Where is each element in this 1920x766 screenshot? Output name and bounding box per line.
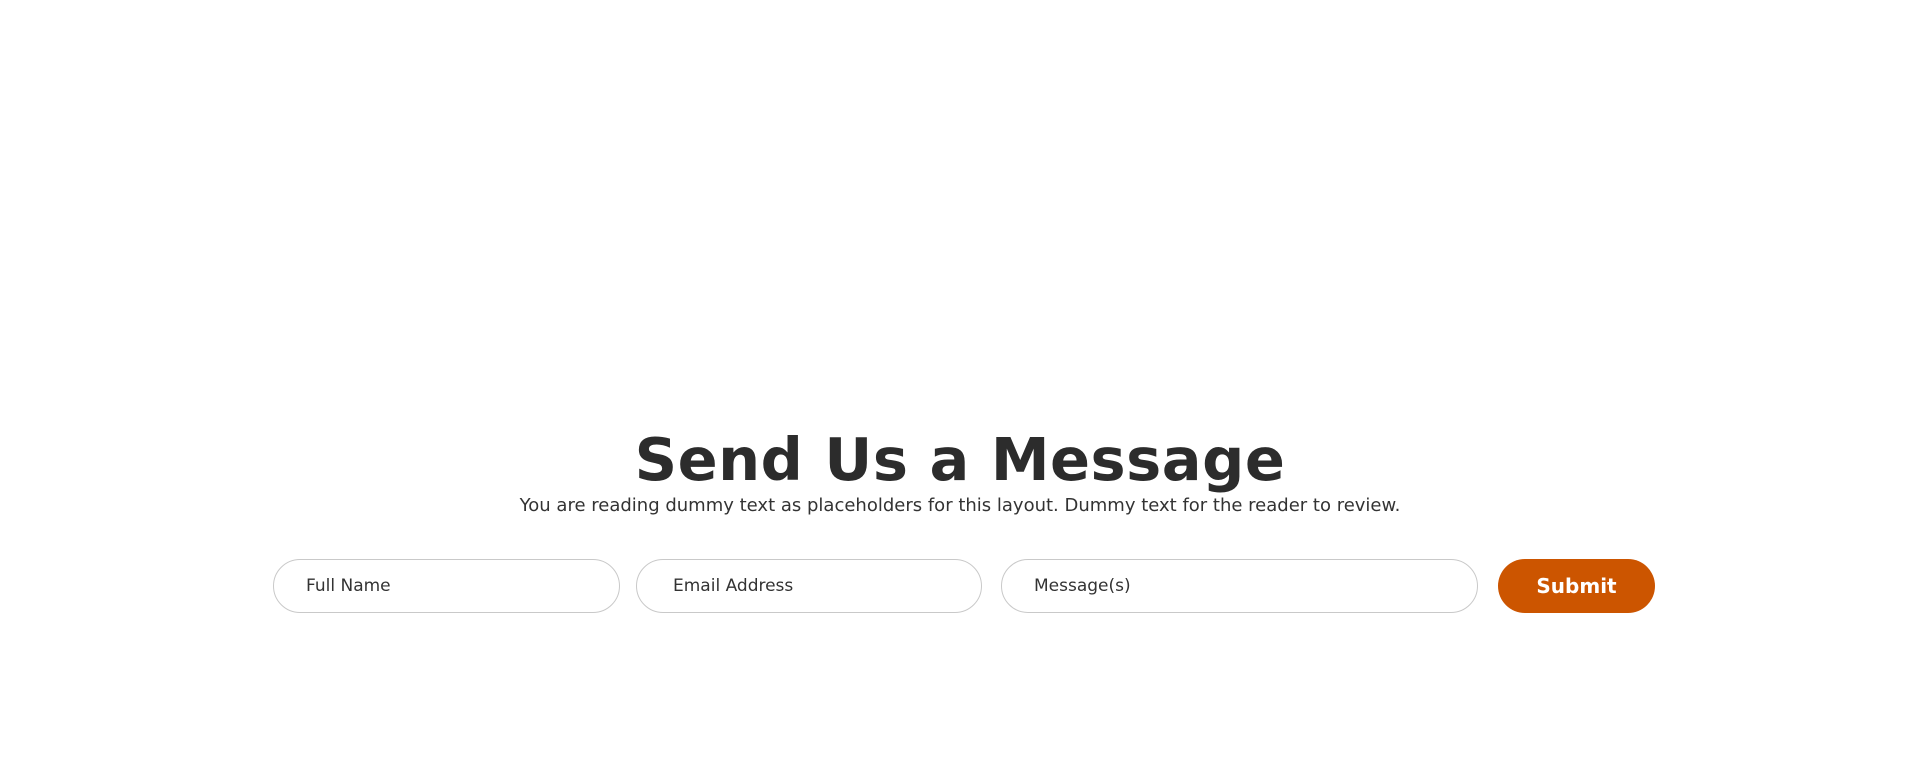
full-name-input[interactable]	[273, 559, 620, 613]
contact-section: Send Us a Message You are reading dummy …	[0, 428, 1920, 518]
section-title: Send Us a Message	[634, 425, 1286, 494]
page: Send Us a Message You are reading dummy …	[0, 0, 1920, 766]
message-input[interactable]	[1001, 559, 1478, 613]
contact-form: Submit	[0, 559, 1920, 617]
submit-button[interactable]: Submit	[1498, 559, 1655, 613]
email-input[interactable]	[636, 559, 982, 613]
section-subtitle: You are reading dummy text as placeholde…	[519, 495, 1401, 516]
